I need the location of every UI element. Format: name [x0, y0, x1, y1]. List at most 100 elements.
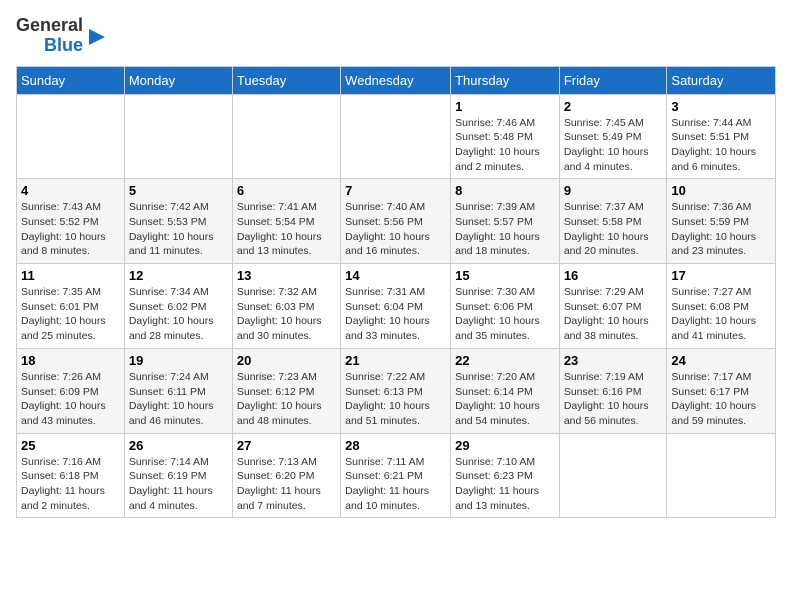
calendar-cell — [232, 94, 340, 179]
calendar-cell: 28 Sunrise: 7:11 AM Sunset: 6:21 PM Dayli… — [341, 433, 451, 518]
weekday-header: Monday — [124, 66, 232, 94]
weekday-header: Sunday — [17, 66, 125, 94]
calendar-cell: 27 Sunrise: 7:13 AM Sunset: 6:20 PM Dayli… — [232, 433, 340, 518]
day-number: 18 — [21, 353, 120, 368]
calendar-cell: 6 Sunrise: 7:41 AM Sunset: 5:54 PM Daylig… — [232, 179, 340, 264]
calendar-cell — [667, 433, 776, 518]
day-number: 14 — [345, 268, 446, 283]
calendar-week-row: 4 Sunrise: 7:43 AM Sunset: 5:52 PM Daylig… — [17, 179, 776, 264]
calendar-week-row: 11 Sunrise: 7:35 AM Sunset: 6:01 PM Dayli… — [17, 264, 776, 349]
day-info: Sunrise: 7:19 AM Sunset: 6:16 PM Dayligh… — [564, 370, 663, 429]
calendar-cell: 13 Sunrise: 7:32 AM Sunset: 6:03 PM Dayli… — [232, 264, 340, 349]
day-info: Sunrise: 7:23 AM Sunset: 6:12 PM Dayligh… — [237, 370, 336, 429]
day-info: Sunrise: 7:16 AM Sunset: 6:18 PM Dayligh… — [21, 455, 120, 514]
calendar-cell: 26 Sunrise: 7:14 AM Sunset: 6:19 PM Dayli… — [124, 433, 232, 518]
weekday-header: Friday — [559, 66, 667, 94]
weekday-header: Saturday — [667, 66, 776, 94]
calendar-cell: 4 Sunrise: 7:43 AM Sunset: 5:52 PM Daylig… — [17, 179, 125, 264]
day-info: Sunrise: 7:34 AM Sunset: 6:02 PM Dayligh… — [129, 285, 228, 344]
weekday-header: Tuesday — [232, 66, 340, 94]
day-number: 2 — [564, 99, 663, 114]
calendar-cell: 17 Sunrise: 7:27 AM Sunset: 6:08 PM Dayli… — [667, 264, 776, 349]
day-number: 28 — [345, 438, 446, 453]
day-info: Sunrise: 7:39 AM Sunset: 5:57 PM Dayligh… — [455, 200, 555, 259]
calendar-cell — [559, 433, 667, 518]
weekday-header: Wednesday — [341, 66, 451, 94]
calendar-cell: 1Sunrise: 7:46 AM Sunset: 5:48 PM Daylig… — [451, 94, 560, 179]
weekday-header: Thursday — [451, 66, 560, 94]
day-number: 23 — [564, 353, 663, 368]
day-info: Sunrise: 7:37 AM Sunset: 5:58 PM Dayligh… — [564, 200, 663, 259]
day-number: 27 — [237, 438, 336, 453]
day-number: 16 — [564, 268, 663, 283]
calendar-cell: 20 Sunrise: 7:23 AM Sunset: 6:12 PM Dayli… — [232, 348, 340, 433]
calendar-cell: 19 Sunrise: 7:24 AM Sunset: 6:11 PM Dayli… — [124, 348, 232, 433]
day-info: Sunrise: 7:17 AM Sunset: 6:17 PM Dayligh… — [671, 370, 771, 429]
calendar-cell: 16 Sunrise: 7:29 AM Sunset: 6:07 PM Dayli… — [559, 264, 667, 349]
day-number: 24 — [671, 353, 771, 368]
day-info: Sunrise: 7:43 AM Sunset: 5:52 PM Dayligh… — [21, 200, 120, 259]
day-info: Sunrise: 7:42 AM Sunset: 5:53 PM Dayligh… — [129, 200, 228, 259]
day-number: 4 — [21, 183, 120, 198]
calendar-cell: 25 Sunrise: 7:16 AM Sunset: 6:18 PM Dayli… — [17, 433, 125, 518]
day-number: 12 — [129, 268, 228, 283]
calendar-week-row: 25 Sunrise: 7:16 AM Sunset: 6:18 PM Dayli… — [17, 433, 776, 518]
calendar-table: SundayMondayTuesdayWednesdayThursdayFrid… — [16, 66, 776, 519]
calendar-week-row: 18 Sunrise: 7:26 AM Sunset: 6:09 PM Dayli… — [17, 348, 776, 433]
day-number: 1 — [455, 99, 555, 114]
day-number: 13 — [237, 268, 336, 283]
calendar-cell: 8 Sunrise: 7:39 AM Sunset: 5:57 PM Daylig… — [451, 179, 560, 264]
day-number: 5 — [129, 183, 228, 198]
calendar-cell: 2Sunrise: 7:45 AM Sunset: 5:49 PM Daylig… — [559, 94, 667, 179]
calendar-cell: 21Sunrise: 7:22 AM Sunset: 6:13 PM Dayli… — [341, 348, 451, 433]
page-header: General Blue — [16, 16, 776, 56]
calendar-week-row: 1Sunrise: 7:46 AM Sunset: 5:48 PM Daylig… — [17, 94, 776, 179]
day-info: Sunrise: 7:29 AM Sunset: 6:07 PM Dayligh… — [564, 285, 663, 344]
day-info: Sunrise: 7:31 AM Sunset: 6:04 PM Dayligh… — [345, 285, 446, 344]
calendar-cell: 3 Sunrise: 7:44 AM Sunset: 5:51 PM Daylig… — [667, 94, 776, 179]
calendar-cell: 14 Sunrise: 7:31 AM Sunset: 6:04 PM Dayli… — [341, 264, 451, 349]
day-number: 22 — [455, 353, 555, 368]
day-info: Sunrise: 7:24 AM Sunset: 6:11 PM Dayligh… — [129, 370, 228, 429]
day-number: 29 — [455, 438, 555, 453]
logo: General Blue — [16, 16, 105, 56]
calendar-cell: 9Sunrise: 7:37 AM Sunset: 5:58 PM Daylig… — [559, 179, 667, 264]
day-info: Sunrise: 7:40 AM Sunset: 5:56 PM Dayligh… — [345, 200, 446, 259]
calendar-cell: 23 Sunrise: 7:19 AM Sunset: 6:16 PM Dayli… — [559, 348, 667, 433]
day-info: Sunrise: 7:27 AM Sunset: 6:08 PM Dayligh… — [671, 285, 771, 344]
day-info: Sunrise: 7:32 AM Sunset: 6:03 PM Dayligh… — [237, 285, 336, 344]
day-info: Sunrise: 7:11 AM Sunset: 6:21 PM Dayligh… — [345, 455, 446, 514]
calendar-cell: 18 Sunrise: 7:26 AM Sunset: 6:09 PM Dayli… — [17, 348, 125, 433]
calendar-cell — [341, 94, 451, 179]
calendar-cell — [124, 94, 232, 179]
calendar-body: 1Sunrise: 7:46 AM Sunset: 5:48 PM Daylig… — [17, 94, 776, 518]
day-number: 11 — [21, 268, 120, 283]
logo-text: General — [16, 16, 83, 36]
day-number: 19 — [129, 353, 228, 368]
day-info: Sunrise: 7:13 AM Sunset: 6:20 PM Dayligh… — [237, 455, 336, 514]
day-info: Sunrise: 7:41 AM Sunset: 5:54 PM Dayligh… — [237, 200, 336, 259]
day-info: Sunrise: 7:14 AM Sunset: 6:19 PM Dayligh… — [129, 455, 228, 514]
day-number: 26 — [129, 438, 228, 453]
day-number: 6 — [237, 183, 336, 198]
calendar-header-row: SundayMondayTuesdayWednesdayThursdayFrid… — [17, 66, 776, 94]
day-info: Sunrise: 7:35 AM Sunset: 6:01 PM Dayligh… — [21, 285, 120, 344]
day-info: Sunrise: 7:20 AM Sunset: 6:14 PM Dayligh… — [455, 370, 555, 429]
logo-text2: Blue — [44, 36, 83, 56]
calendar-cell — [17, 94, 125, 179]
calendar-cell: 11 Sunrise: 7:35 AM Sunset: 6:01 PM Dayli… — [17, 264, 125, 349]
calendar-cell: 24 Sunrise: 7:17 AM Sunset: 6:17 PM Dayli… — [667, 348, 776, 433]
day-info: Sunrise: 7:22 AM Sunset: 6:13 PM Dayligh… — [345, 370, 446, 429]
day-number: 20 — [237, 353, 336, 368]
day-info: Sunrise: 7:26 AM Sunset: 6:09 PM Dayligh… — [21, 370, 120, 429]
day-info: Sunrise: 7:36 AM Sunset: 5:59 PM Dayligh… — [671, 200, 771, 259]
day-number: 15 — [455, 268, 555, 283]
day-number: 3 — [671, 99, 771, 114]
calendar-cell: 10Sunrise: 7:36 AM Sunset: 5:59 PM Dayli… — [667, 179, 776, 264]
day-info: Sunrise: 7:30 AM Sunset: 6:06 PM Dayligh… — [455, 285, 555, 344]
day-number: 25 — [21, 438, 120, 453]
day-number: 8 — [455, 183, 555, 198]
day-info: Sunrise: 7:44 AM Sunset: 5:51 PM Dayligh… — [671, 116, 771, 175]
calendar-cell: 15 Sunrise: 7:30 AM Sunset: 6:06 PM Dayli… — [451, 264, 560, 349]
day-number: 17 — [671, 268, 771, 283]
